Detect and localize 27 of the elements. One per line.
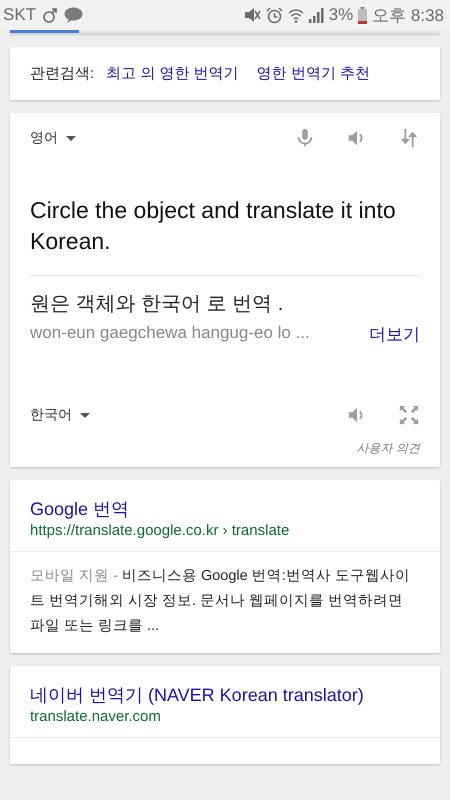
related-label: 관련검색: (30, 64, 94, 83)
result-snippet: 모바일 지원 - 비즈니스용 Google 번역:번역사 도구웹사이트 번역기해외 시장 정보. 문서나 웹페이지를 번역하려면 파일 또는 링크를 ... (10, 551, 440, 653)
result-title-link[interactable]: 네이버 번역기 (NAVER Korean translator) (30, 685, 364, 705)
result-title-link[interactable]: Google 번역 (30, 499, 130, 519)
wifi-icon (288, 7, 304, 23)
source-language-dropdown[interactable]: 영어 (30, 129, 76, 147)
target-language-dropdown[interactable]: 한국어 (30, 406, 90, 424)
more-link[interactable]: 더보기 (369, 323, 420, 346)
translated-text: 원은 객체와 한국어 로 번역 . (30, 292, 284, 317)
carrier-name: SKT (3, 5, 36, 25)
fullscreen-icon[interactable] (398, 404, 420, 426)
signal-icon (308, 7, 324, 23)
result-url: translate.naver.com (30, 708, 162, 725)
alarm-icon (266, 6, 283, 24)
mute-icon (244, 7, 261, 23)
source-text[interactable]: Circle the object and translate it into Korean. (30, 195, 420, 257)
clock-time: 오후 8:38 (372, 4, 444, 26)
battery-icon (358, 6, 368, 24)
related-search-link[interactable]: 최고 의 영한 번역기 (106, 64, 239, 83)
romanization-text: won-eun gaegchewa hangug-eo lo ... (30, 323, 310, 344)
related-search-link[interactable]: 영한 번역기 추천 (256, 64, 370, 83)
male-icon (42, 6, 58, 24)
result-url: https://translate.google.co.kr › translate (30, 522, 290, 539)
battery-percent: 3% (328, 5, 354, 25)
chat-bubble-icon (64, 7, 84, 23)
swap-arrows-icon[interactable] (398, 127, 420, 149)
feedback-link[interactable]: 사용자 의견 (356, 441, 420, 455)
